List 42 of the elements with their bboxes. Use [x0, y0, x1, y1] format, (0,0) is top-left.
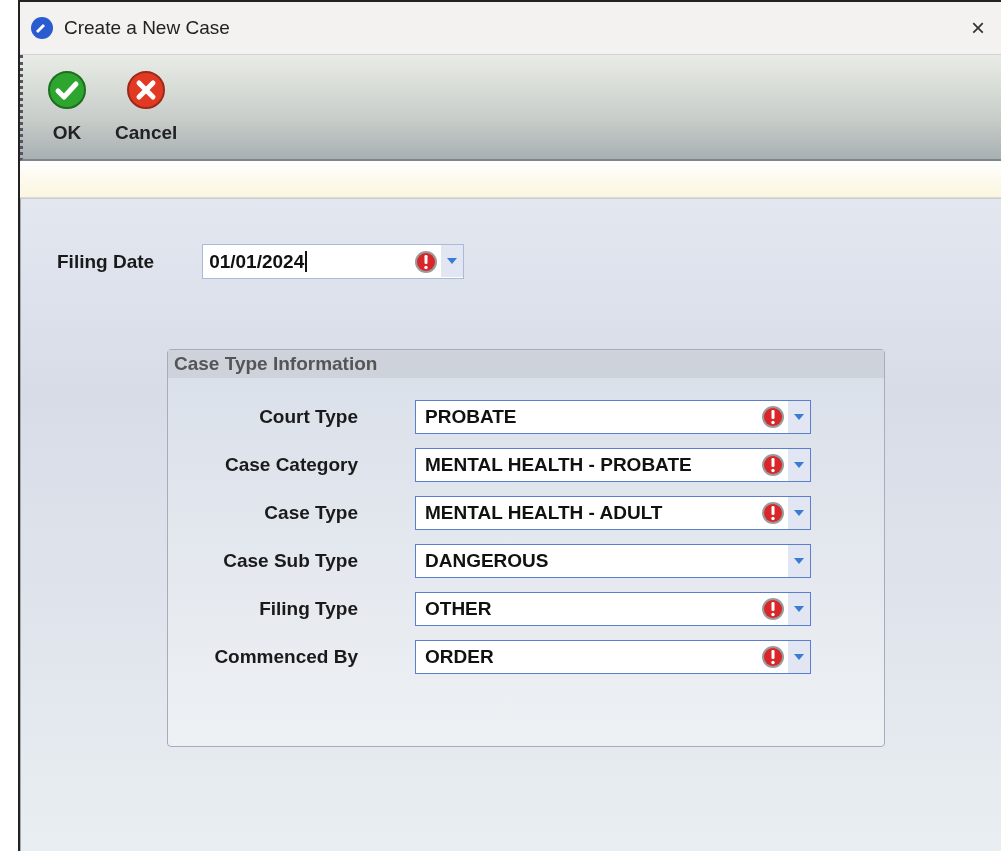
alert-icon — [761, 501, 785, 525]
app-icon — [30, 16, 54, 40]
alert-icon — [414, 249, 439, 274]
field-label: Commenced By — [213, 646, 358, 668]
dropdown-button[interactable] — [788, 641, 810, 673]
caret-icon — [793, 557, 805, 565]
alert-icon — [761, 645, 785, 669]
date-field[interactable]: 01/01/2024 — [202, 244, 465, 279]
field-label: Case Sub Type — [222, 550, 358, 572]
dropdown-field[interactable]: PROBATE — [415, 400, 811, 434]
field-label: Court Type — [258, 406, 358, 428]
alert-icon — [761, 597, 785, 621]
alert-icon — [761, 453, 785, 477]
caret-icon — [446, 257, 459, 265]
caret-icon — [793, 605, 805, 613]
caret-icon — [793, 413, 805, 421]
caret-icon — [793, 653, 805, 661]
dropdown-field[interactable]: DANGEROUS — [415, 544, 811, 578]
window-title: Create a New Case — [64, 17, 231, 39]
close-button[interactable]: × — [965, 14, 991, 42]
dropdown-button[interactable] — [788, 497, 810, 529]
field-label: Case Type — [263, 502, 358, 524]
field-label: Filing Date — [57, 250, 155, 273]
dropdown-field[interactable]: OTHER — [415, 592, 811, 626]
dropdown-field[interactable]: ORDER — [415, 640, 811, 674]
toolbar-button[interactable]: OK — [43, 66, 91, 148]
field-label: Case Category — [223, 454, 358, 476]
close-icon — [126, 70, 167, 110]
alert-icon — [761, 405, 785, 429]
checkmark-icon — [47, 70, 87, 110]
dropdown-button[interactable] — [788, 401, 810, 433]
dropdown-field[interactable]: MENTAL HEALTH - ADULT — [415, 496, 811, 530]
toolbar-button[interactable]: Cancel — [111, 66, 182, 148]
dropdown-button[interactable] — [788, 593, 810, 625]
group-title: Case Type Information — [174, 353, 378, 375]
field-label: Filing Type — [258, 598, 358, 620]
dropdown-button[interactable] — [788, 449, 810, 481]
dropdown-button[interactable] — [441, 245, 464, 277]
dropdown-button[interactable] — [788, 545, 810, 577]
caret-icon — [793, 461, 805, 469]
dropdown-field[interactable]: MENTAL HEALTH - PROBATE — [415, 448, 811, 482]
caret-icon — [793, 509, 805, 517]
